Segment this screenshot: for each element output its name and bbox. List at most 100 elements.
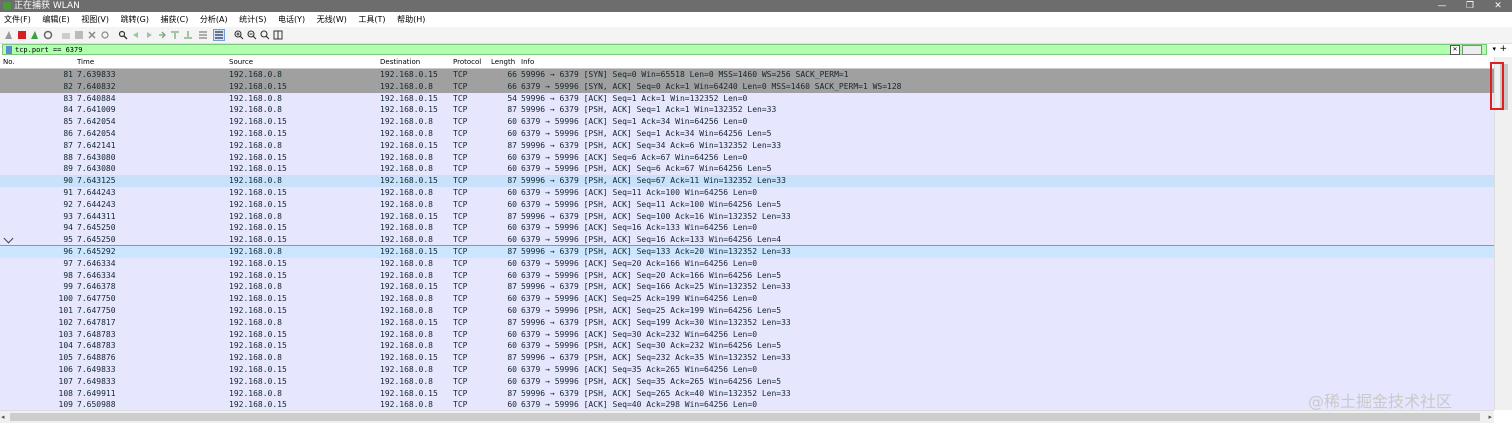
packet-time-cell: 7.646334 <box>77 270 116 280</box>
packet-no-cell: 85 <box>63 117 73 127</box>
horizontal-scroll-thumb[interactable] <box>10 413 1480 421</box>
display-filter-input[interactable]: tcp.port == 6379 <box>2 44 1487 55</box>
packet-row[interactable]: 106 7.649833 192.168.0.15 192.168.0.8 TCP 60 6… <box>0 364 1494 376</box>
packet-row[interactable]: 104 7.648783 192.168.0.15 192.168.0.8 TCP 60 6… <box>0 340 1494 353</box>
packet-row[interactable]: 109 7.650988 192.168.0.15 192.168.0.8 TCP 60 6… <box>0 399 1494 410</box>
packet-row[interactable]: 92 7.644243 192.168.0.15 192.168.0.8 TCP 60 63… <box>0 198 1494 211</box>
packet-row[interactable]: 82 7.640832 192.168.0.15 192.168.0.8 TCP 66 63… <box>0 80 1494 93</box>
packet-no-cell: 81 <box>63 70 73 79</box>
packet-row[interactable]: 105 7.648876 192.168.0.8 192.168.0.15 TCP 87 5… <box>0 352 1494 364</box>
packet-row[interactable]: 100 7.647750 192.168.0.15 192.168.0.8 TCP 60 6… <box>0 293 1494 305</box>
menu-view[interactable]: 视图(V) <box>81 13 109 26</box>
zoom-out-icon[interactable] <box>247 30 257 40</box>
go-back-icon[interactable] <box>131 30 141 40</box>
close-button[interactable]: ✕ <box>1484 0 1512 12</box>
packet-row[interactable]: 103 7.648783 192.168.0.15 192.168.0.8 TCP 60 6… <box>0 328 1494 341</box>
packet-protocol-cell: TCP <box>453 199 468 209</box>
menu-edit[interactable]: 编辑(E) <box>42 13 69 26</box>
packet-source-cell: 192.168.0.15 <box>229 341 287 351</box>
packet-info-cell: 6379 → 59996 [ACK] Seq=11 Ack=100 Win=64… <box>521 188 758 197</box>
go-to-packet-icon[interactable] <box>157 30 167 40</box>
packet-row[interactable]: 85 7.642054 192.168.0.15 192.168.0.8 TCP 60 63… <box>0 116 1494 128</box>
packet-length-cell: 60 <box>507 365 517 374</box>
apply-filter-button[interactable] <box>1462 45 1482 55</box>
go-last-icon[interactable] <box>183 30 193 40</box>
bookmark-icon[interactable] <box>6 46 12 54</box>
column-header-time[interactable]: Time <box>77 57 94 68</box>
scroll-left-icon[interactable]: ◂ <box>1 411 5 423</box>
menu-tools[interactable]: 工具(T) <box>358 13 385 26</box>
close-file-icon[interactable] <box>87 30 97 40</box>
packet-row[interactable]: 87 7.642141 192.168.0.8 192.168.0.15 TCP 87 59… <box>0 139 1494 152</box>
add-filter-button-icon[interactable]: + <box>1499 44 1507 55</box>
packet-row[interactable]: 89 7.643080 192.168.0.15 192.168.0.8 TCP 60 63… <box>0 163 1494 176</box>
packet-row[interactable]: 81 7.639833 192.168.0.8 192.168.0.15 TCP 66 59… <box>0 69 1494 81</box>
menu-telephony[interactable]: 电话(Y) <box>278 13 305 26</box>
packet-row[interactable]: 107 7.649833 192.168.0.15 192.168.0.8 TCP 60 6… <box>0 375 1494 388</box>
menu-wireless[interactable]: 无线(W) <box>317 13 347 26</box>
menu-capture[interactable]: 捕获(C) <box>161 13 189 26</box>
packet-row[interactable]: 88 7.643080 192.168.0.15 192.168.0.8 TCP 60 63… <box>0 151 1494 164</box>
packet-info-cell: 6379 → 59996 [PSH, ACK] Seq=11 Ack=100 W… <box>521 199 782 209</box>
packet-row[interactable]: 90 7.643125 192.168.0.8 192.168.0.15 TCP 87 59… <box>0 175 1494 187</box>
packet-row[interactable]: 91 7.644243 192.168.0.15 192.168.0.8 TCP 60 63… <box>0 187 1494 199</box>
packet-time-cell: 7.647817 <box>77 317 116 327</box>
packet-destination-cell: 192.168.0.8 <box>380 117 433 127</box>
normal-size-icon[interactable] <box>260 30 270 40</box>
packet-row[interactable]: 108 7.649911 192.168.0.8 192.168.0.15 TCP 87 5… <box>0 387 1494 400</box>
capture-options-icon[interactable] <box>43 30 53 40</box>
save-file-icon[interactable] <box>74 30 84 40</box>
menu-statistics[interactable]: 统计(S) <box>239 13 266 26</box>
find-packet-icon[interactable] <box>118 30 128 40</box>
packet-no-cell: 106 <box>58 365 73 374</box>
horizontal-scrollbar[interactable]: ◂ ▸ <box>0 410 1494 423</box>
column-header-no[interactable]: No. <box>3 57 15 68</box>
open-file-icon[interactable] <box>61 30 71 40</box>
column-header-destination[interactable]: Destination <box>380 57 420 68</box>
stop-capture-icon[interactable] <box>17 30 27 40</box>
shark-fin-start-icon[interactable] <box>4 30 14 40</box>
auto-scroll-icon[interactable] <box>198 30 208 40</box>
packet-row[interactable]: 102 7.647817 192.168.0.8 192.168.0.15 TCP 87 5… <box>0 316 1494 329</box>
packet-destination-cell: 192.168.0.8 <box>380 164 433 174</box>
go-forward-icon[interactable] <box>144 30 154 40</box>
packet-time-cell: 7.645292 <box>77 247 116 256</box>
packet-row[interactable]: 95 7.645250 192.168.0.15 192.168.0.8 TCP 60 63… <box>0 234 1494 246</box>
packet-row[interactable]: 83 7.640884 192.168.0.8 192.168.0.15 TCP 54 59… <box>0 92 1494 105</box>
minimize-button[interactable]: — <box>1428 0 1456 12</box>
column-header-info[interactable]: Info <box>521 57 534 68</box>
reload-icon[interactable] <box>100 30 110 40</box>
packet-row[interactable]: 93 7.644311 192.168.0.8 192.168.0.15 TCP 87 59… <box>0 210 1494 223</box>
maximize-button[interactable]: ❐ <box>1456 0 1484 12</box>
restart-capture-icon[interactable] <box>30 30 40 40</box>
packet-row[interactable]: 97 7.646334 192.168.0.15 192.168.0.8 TCP 60 63… <box>0 257 1494 270</box>
colorize-icon[interactable] <box>213 29 225 41</box>
packet-row[interactable]: 86 7.642054 192.168.0.15 192.168.0.8 TCP 60 63… <box>0 128 1494 140</box>
packet-info-cell: 59996 → 6379 [PSH, ACK] Seq=199 Ack=30 W… <box>521 317 791 327</box>
clear-filter-icon[interactable]: ✕ <box>1450 45 1460 55</box>
packet-row[interactable]: 99 7.646378 192.168.0.8 192.168.0.15 TCP 87 59… <box>0 281 1494 294</box>
menu-analyze[interactable]: 分析(A) <box>200 13 228 26</box>
packet-no-cell: 103 <box>58 329 73 339</box>
go-first-icon[interactable] <box>170 30 180 40</box>
packet-destination-cell: 192.168.0.15 <box>380 388 438 398</box>
column-header-length[interactable]: Length <box>491 57 515 68</box>
resize-columns-icon[interactable] <box>273 30 283 40</box>
packet-row[interactable]: 98 7.646334 192.168.0.15 192.168.0.8 TCP 60 63… <box>0 269 1494 282</box>
zoom-in-icon[interactable] <box>234 30 244 40</box>
packet-row[interactable]: 101 7.647750 192.168.0.15 192.168.0.8 TCP 60 6… <box>0 305 1494 317</box>
packet-length-cell: 87 <box>507 388 517 398</box>
packet-row[interactable]: 94 7.645250 192.168.0.15 192.168.0.8 TCP 60 63… <box>0 222 1494 235</box>
filter-history-dropdown-icon[interactable]: ▾ <box>1492 44 1496 54</box>
menu-help[interactable]: 帮助(H) <box>397 13 425 26</box>
packet-destination-cell: 192.168.0.8 <box>380 258 433 268</box>
packet-time-cell: 7.648876 <box>77 353 116 363</box>
menu-file[interactable]: 文件(F) <box>4 13 31 26</box>
scroll-right-icon[interactable]: ▸ <box>1488 411 1492 423</box>
column-header-source[interactable]: Source <box>229 57 253 68</box>
menu-go[interactable]: 跳转(G) <box>121 13 149 26</box>
packet-row[interactable]: 96 7.645292 192.168.0.8 192.168.0.15 TCP 87 59… <box>0 245 1494 259</box>
column-header-protocol[interactable]: Protocol <box>453 57 481 68</box>
menu-bar: 文件(F) 编辑(E) 视图(V) 跳转(G) 捕获(C) 分析(A) 统计(S… <box>0 13 1512 26</box>
packet-row[interactable]: 84 7.641009 192.168.0.8 192.168.0.15 TCP 87 59… <box>0 104 1494 117</box>
